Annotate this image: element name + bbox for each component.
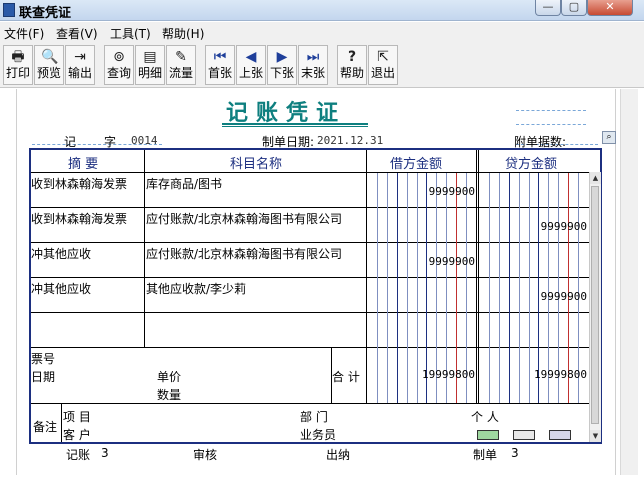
qty-label: 数量 xyxy=(157,388,182,402)
maker-value: 3 xyxy=(511,446,519,460)
preview-button[interactable]: 🔍 预览 xyxy=(34,45,64,85)
window-title: 联查凭证 xyxy=(19,6,72,21)
exit-button[interactable]: ⇱ 退出 xyxy=(368,45,398,85)
scroll-thumb[interactable] xyxy=(591,186,599,424)
help-button[interactable]: ? 帮助 xyxy=(337,45,367,85)
export-button[interactable]: ⇥ 输出 xyxy=(65,45,95,85)
row-debit[interactable]: 9999900 xyxy=(367,185,475,198)
first-button[interactable]: ⏮ 首张 xyxy=(205,45,235,85)
title-underline xyxy=(222,123,368,125)
col-account-header: 科目名称 xyxy=(230,157,283,172)
next-button[interactable]: ▶ 下张 xyxy=(267,45,297,85)
row-account[interactable]: 库存商品/图书 xyxy=(146,175,222,192)
bookkeeper-label: 记账 xyxy=(66,448,91,462)
menu-view[interactable]: 查看(V) xyxy=(56,25,98,42)
dash-line xyxy=(516,124,586,125)
auditor-label: 审核 xyxy=(193,448,218,462)
print-button[interactable]: 🖶 打印 xyxy=(3,45,33,85)
query-button[interactable]: ⊚ 查询 xyxy=(104,45,134,85)
header-divider xyxy=(31,172,589,173)
id-card-icon[interactable] xyxy=(513,430,535,440)
toolbar: 🖶 打印 🔍 预览 ⇥ 输出 ⊚ 查询 ▤ 明细 ✎ 流量 ⏮ 首张 ◀ 上张 ▶ 下张 ⏭ 末张 … xyxy=(0,42,644,88)
row-debit[interactable]: 9999900 xyxy=(367,255,475,268)
project-label: 项 目 xyxy=(63,410,91,424)
binoculars-icon: ⊚ xyxy=(113,49,125,65)
last-icon: ⏭ xyxy=(306,49,320,65)
flow-icon: ✎ xyxy=(175,49,187,65)
menu-file[interactable]: 文件(F) xyxy=(4,25,44,42)
voucher-date: 2021.12.31 xyxy=(317,134,384,147)
col-divider xyxy=(476,150,477,403)
bookkeeper-value: 3 xyxy=(101,446,109,460)
title-underline-2 xyxy=(222,126,368,127)
row-account[interactable]: 应付账款/北京林森翰海图书有限公司 xyxy=(146,210,342,227)
exit-icon: ⇱ xyxy=(377,49,389,65)
row-divider xyxy=(31,207,589,208)
preview-icon: 🔍 xyxy=(41,49,59,65)
row-credit[interactable]: 9999900 xyxy=(479,290,587,303)
printer-icon: 🖶 xyxy=(11,49,25,65)
salesman-label: 业务员 xyxy=(300,428,337,442)
remark-label: 备注 xyxy=(33,420,58,434)
close-button[interactable]: ✕ xyxy=(587,0,633,16)
row-account[interactable]: 应付账款/北京林森翰海图书有限公司 xyxy=(146,245,342,262)
row-summary[interactable]: 冲其他应收 xyxy=(31,280,91,297)
price-label: 单价 xyxy=(157,370,182,384)
menu-bar: 文件(F) 查看(V) 工具(T) 帮助(H) xyxy=(0,22,644,42)
row-divider xyxy=(31,347,589,348)
row-summary[interactable]: 冲其他应收 xyxy=(31,245,91,262)
col-divider xyxy=(144,150,145,347)
title-bar: 联查凭证 — ▢ ✕ xyxy=(0,0,644,21)
window-scrollbar[interactable] xyxy=(620,89,638,475)
col-debit-header: 借方金额 xyxy=(390,157,443,172)
minimize-button[interactable]: — xyxy=(535,0,561,16)
row-credit[interactable]: 9999900 xyxy=(479,220,587,233)
total-label: 合 计 xyxy=(332,370,360,384)
ticket-label: 票号 xyxy=(31,352,56,366)
card-icon[interactable] xyxy=(477,430,499,440)
prev-icon: ◀ xyxy=(245,49,257,65)
total-debit: 19999800 xyxy=(422,368,475,381)
col-credit-header: 贷方金额 xyxy=(505,157,558,172)
first-icon: ⏮ xyxy=(213,49,227,65)
prev-button[interactable]: ◀ 上张 xyxy=(236,45,266,85)
export-icon: ⇥ xyxy=(74,49,86,65)
row-summary[interactable]: 收到林森翰海发票 xyxy=(31,175,127,192)
detail-icon: ▤ xyxy=(143,49,157,65)
row-divider xyxy=(31,403,589,404)
row-summary[interactable]: 收到林森翰海发票 xyxy=(31,210,127,227)
row-divider xyxy=(31,277,589,278)
last-button[interactable]: ⏭ 末张 xyxy=(298,45,328,85)
detail-button[interactable]: ▤ 明细 xyxy=(135,45,165,85)
menu-help[interactable]: 帮助(H) xyxy=(162,25,204,42)
dash-line xyxy=(516,110,586,111)
next-icon: ▶ xyxy=(276,49,288,65)
col-divider xyxy=(61,403,62,442)
customer-label: 客 户 xyxy=(63,428,91,442)
voucher-number: 0014 xyxy=(131,134,158,147)
help-icon: ? xyxy=(347,49,357,65)
date2-label: 日期 xyxy=(31,370,56,384)
row-account[interactable]: 其他应收款/李少莉 xyxy=(146,280,246,297)
maker-label: 制单 xyxy=(473,448,498,462)
col-divider xyxy=(478,150,479,403)
search-icon[interactable]: ⌕ xyxy=(602,131,616,144)
grid-scrollbar[interactable]: ▲ ▼ xyxy=(589,172,601,442)
row-divider xyxy=(31,312,589,313)
menu-tools[interactable]: 工具(T) xyxy=(110,25,151,42)
cashier-label: 出纳 xyxy=(326,448,351,462)
row-divider xyxy=(31,242,589,243)
app-icon xyxy=(3,3,15,17)
total-credit: 19999800 xyxy=(534,368,587,381)
scroll-up-icon[interactable]: ▲ xyxy=(590,172,601,184)
flow-button[interactable]: ✎ 流量 xyxy=(166,45,196,85)
dept-label: 部 门 xyxy=(300,410,328,424)
tool-icon[interactable] xyxy=(549,430,571,440)
col-summary-header: 摘 要 xyxy=(68,157,99,172)
scroll-down-icon[interactable]: ▼ xyxy=(590,430,601,442)
person-label: 个 人 xyxy=(471,410,499,424)
maximize-button[interactable]: ▢ xyxy=(561,0,587,16)
